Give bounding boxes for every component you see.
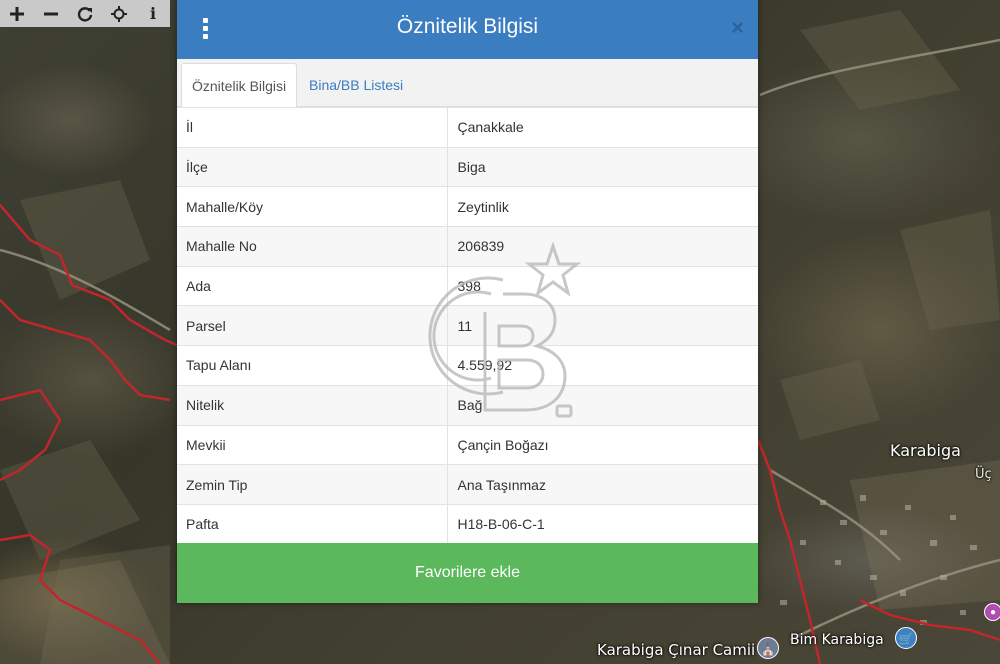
tab-attribute-info[interactable]: Öznitelik Bilgisi [181,63,298,108]
add-to-favorites-button[interactable]: Favorilere ekle [177,543,758,603]
info-icon: i [149,4,157,23]
attribute-key: Mevkii [177,424,448,465]
attribute-value: Bağ [447,384,758,425]
table-row: İl Çanakkale [177,107,758,148]
panel-tabs: Öznitelik Bilgisi Bina/BB Listesi [177,59,758,108]
table-row: Zemin Tip Ana Taşınmaz [177,464,758,505]
zoom-out-button[interactable] [34,0,68,27]
plus-icon [10,6,24,21]
panel-header: Öznitelik Bilgisi × [177,0,758,59]
table-row: Mahalle No 206839 [177,226,758,267]
attribute-value: Ana Taşınmaz [447,464,758,505]
map-label-mosque: Karabiga Çınar Camii [597,641,756,659]
attribute-table: İl Çanakkale İlçe Biga Mahalle/Köy Zeytinli… [177,107,758,545]
table-row: Pafta H18-B-06-C-1 [177,503,758,545]
refresh-button[interactable] [68,0,102,27]
attribute-key: Mahalle No [177,226,448,267]
zoom-in-button[interactable] [0,0,34,27]
map-label-market: Bim Karabiga [790,632,884,648]
attribute-value: Zeytinlik [447,186,758,227]
attribute-key: Zemin Tip [177,464,448,505]
attribute-value: 11 [447,305,758,346]
table-row: Ada 398 [177,265,758,306]
attribute-value: Çançin Boğazı [447,424,758,465]
close-button[interactable]: × [731,16,744,40]
attribute-value: 206839 [447,226,758,267]
table-row: Mahalle/Köy Zeytinlik [177,186,758,227]
attribute-value: 398 [447,265,758,306]
shopping-cart-icon[interactable]: 🛒 [895,627,917,649]
attribute-key: Nitelik [177,384,448,425]
locate-button[interactable] [102,0,136,27]
info-button[interactable]: i [136,0,170,27]
tab-building-list[interactable]: Bina/BB Listesi [299,63,413,108]
table-row: Parsel 11 [177,305,758,346]
panel-title: Öznitelik Bilgisi [396,15,539,38]
table-row: Tapu Alanı 4.559,92 [177,345,758,386]
minus-icon [44,12,58,15]
map-label-town: Karabiga [890,441,961,460]
table-row: İlçe Biga [177,146,758,187]
attribute-key: Tapu Alanı [177,345,448,386]
mosque-icon[interactable]: ⛪ [757,637,779,659]
attribute-value: H18-B-06-C-1 [447,503,758,545]
table-row: Mevkii Çançin Boğazı [177,424,758,465]
map-pin-icon[interactable]: ● [984,603,1000,621]
attribute-key: Ada [177,265,448,306]
attribute-key: İlçe [177,146,448,187]
attribute-key: Pafta [177,503,448,545]
attribute-key: Parsel [177,305,448,346]
attribute-key: İl [177,107,448,148]
map-label-town-partial: Üç [975,467,992,482]
attribute-value: Biga [447,146,758,187]
attribute-panel: Öznitelik Bilgisi × Öznitelik Bilgisi Bi… [177,0,758,603]
crosshair-icon [111,5,127,22]
attribute-key: Mahalle/Köy [177,186,448,227]
map-toolbar: i [0,0,170,27]
attribute-value: 4.559,92 [447,345,758,386]
table-row: Nitelik Bağ [177,384,758,425]
attribute-value: Çanakkale [447,107,758,148]
refresh-icon [77,6,93,21]
